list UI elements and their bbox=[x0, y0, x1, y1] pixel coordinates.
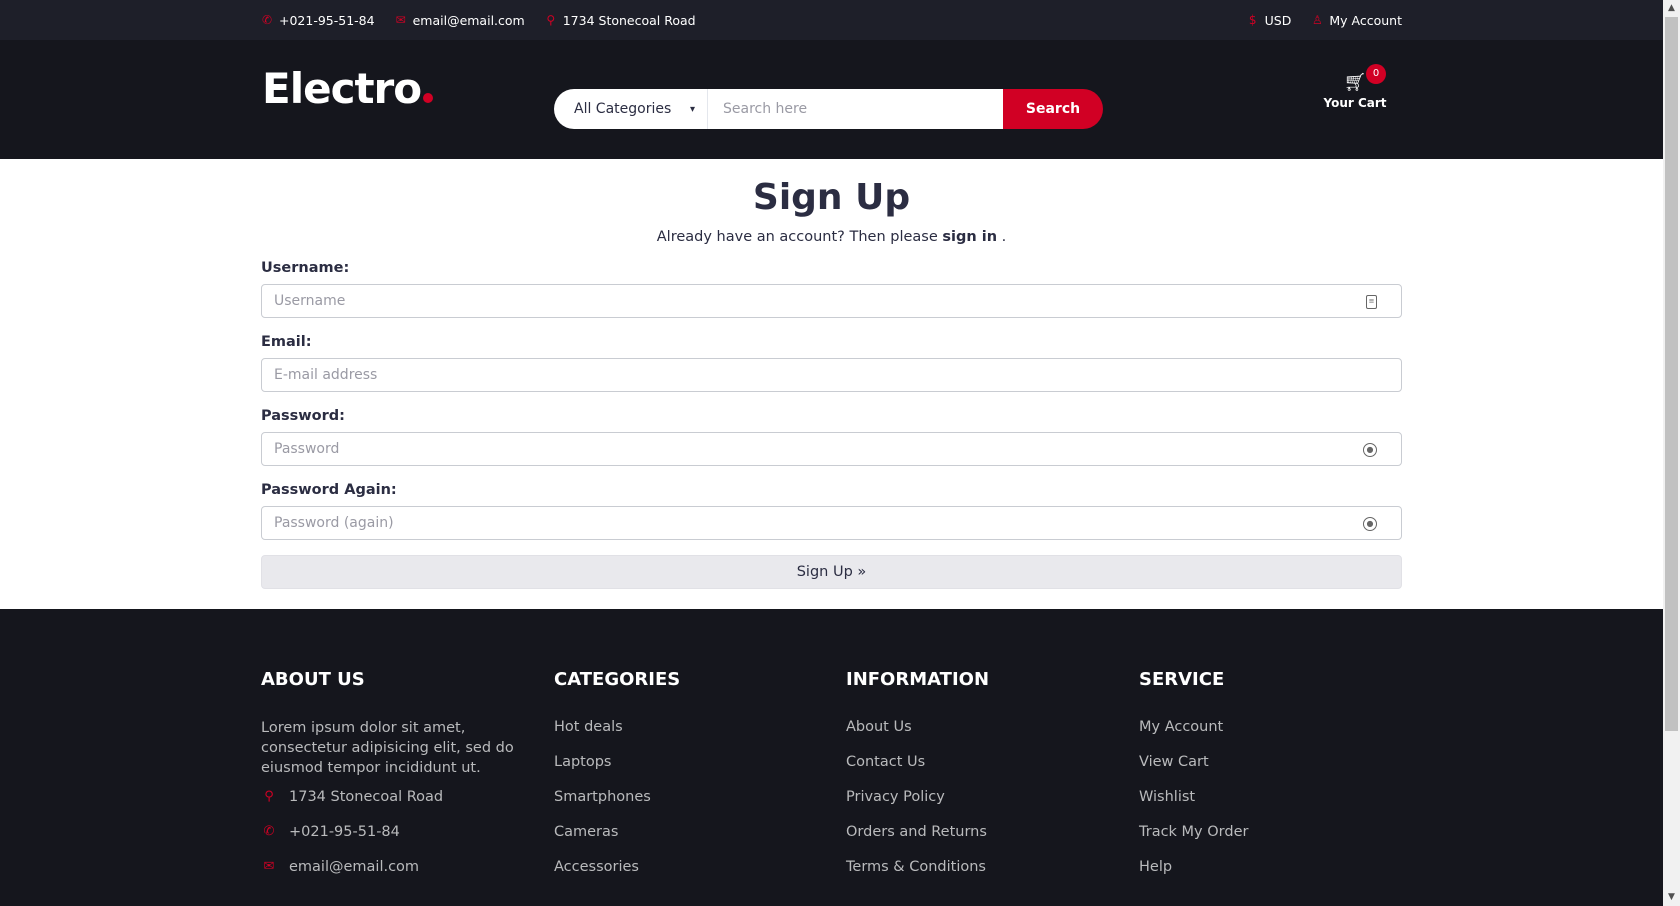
email-input[interactable] bbox=[262, 359, 1401, 391]
footer-phone-item[interactable]: ✆ +021-95-51-84 bbox=[261, 814, 443, 849]
top-bar: ✆ +021-95-51-84 ✉ email@email.com ⚲ 1734… bbox=[0, 0, 1663, 40]
email-field-wrapper bbox=[261, 358, 1402, 392]
topbar-address-link[interactable]: ⚲ 1734 Stonecoal Road bbox=[545, 12, 696, 28]
topbar-address-text: 1734 Stonecoal Road bbox=[562, 12, 696, 28]
user-icon: ♙ bbox=[1311, 13, 1323, 27]
logo[interactable]: Electro bbox=[262, 64, 434, 113]
footer: ABOUT US Lorem ipsum dolor sit amet, con… bbox=[0, 609, 1663, 906]
search-form: All Categories ▾ Search bbox=[554, 89, 1103, 129]
scroll-up-arrow-icon[interactable]: ▲ bbox=[1663, 0, 1680, 17]
email-label: Email: bbox=[261, 334, 312, 350]
footer-service-title: SERVICE bbox=[1139, 669, 1225, 690]
signup-container: Sign Up Already have an account? Then pl… bbox=[261, 159, 1402, 609]
my-account-link[interactable]: ♙ My Account bbox=[1311, 13, 1402, 28]
password-again-field-wrapper: ● bbox=[261, 506, 1402, 540]
signin-prompt-suffix: . bbox=[997, 229, 1007, 245]
vertical-scrollbar[interactable]: ▲ ▼ bbox=[1663, 0, 1680, 906]
username-field-wrapper: ≡ bbox=[261, 284, 1402, 318]
footer-link-my-account[interactable]: My Account bbox=[1139, 709, 1248, 744]
category-select[interactable]: All Categories ▾ bbox=[554, 89, 708, 129]
currency-text: USD bbox=[1264, 12, 1292, 28]
footer-address-text: 1734 Stonecoal Road bbox=[289, 788, 444, 805]
contact-links: ✆ +021-95-51-84 ✉ email@email.com ⚲ 1734… bbox=[261, 13, 696, 28]
footer-link-cameras[interactable]: Cameras bbox=[554, 814, 651, 849]
topbar-email-link[interactable]: ✉ email@email.com bbox=[395, 13, 525, 28]
footer-link-help[interactable]: Help bbox=[1139, 849, 1248, 884]
footer-link-track-order[interactable]: Track My Order bbox=[1139, 814, 1248, 849]
username-label: Username: bbox=[261, 260, 350, 276]
footer-link-accessories[interactable]: Accessories bbox=[554, 849, 651, 884]
category-select-value: All Categories bbox=[574, 101, 672, 117]
footer-information-title: INFORMATION bbox=[846, 669, 990, 690]
currency-link[interactable]: $ USD bbox=[1247, 13, 1292, 28]
chevron-down-icon: ▾ bbox=[689, 103, 695, 115]
cart-label: Your Cart bbox=[1323, 96, 1387, 110]
topbar-email-text: email@email.com bbox=[412, 12, 525, 28]
footer-about-title: ABOUT US bbox=[261, 669, 365, 690]
page: ✆ +021-95-51-84 ✉ email@email.com ⚲ 1734… bbox=[0, 0, 1663, 906]
footer-phone-text: +021-95-51-84 bbox=[289, 823, 400, 840]
footer-link-hot-deals[interactable]: Hot deals bbox=[554, 709, 651, 744]
search-input[interactable] bbox=[708, 89, 1003, 129]
cart-link[interactable]: 🛒︎ Your Cart 0 bbox=[1320, 64, 1390, 110]
footer-link-terms[interactable]: Terms & Conditions bbox=[846, 849, 987, 884]
password-field-wrapper: ● bbox=[261, 432, 1402, 466]
account-links: $ USD ♙ My Account bbox=[1247, 13, 1402, 28]
password-again-input[interactable] bbox=[262, 507, 1401, 539]
logo-dot bbox=[423, 93, 434, 103]
phone-icon: ✆ bbox=[263, 824, 275, 839]
search-button[interactable]: Search bbox=[1003, 89, 1103, 129]
footer-link-orders-returns[interactable]: Orders and Returns bbox=[846, 814, 987, 849]
signin-prompt: Already have an account? Then please sig… bbox=[261, 229, 1402, 245]
phone-icon: ✆ bbox=[261, 13, 273, 27]
footer-about-text: Lorem ipsum dolor sit amet, consectetur … bbox=[261, 720, 514, 776]
footer-categories-column: CATEGORIES Hot deals Laptops Smartphones… bbox=[554, 609, 804, 906]
envelope-icon: ✉ bbox=[263, 859, 275, 874]
footer-address-item[interactable]: ⚲ 1734 Stonecoal Road bbox=[261, 779, 443, 814]
sign-in-link[interactable]: sign in bbox=[942, 229, 997, 245]
footer-link-contact-us[interactable]: Contact Us bbox=[846, 744, 987, 779]
dollar-icon: $ bbox=[1248, 13, 1257, 27]
password-label: Password: bbox=[261, 408, 345, 424]
envelope-icon: ✉ bbox=[395, 13, 406, 27]
footer-service-list: My Account View Cart Wishlist Track My O… bbox=[1139, 709, 1248, 884]
cart-count-badge: 0 bbox=[1366, 64, 1386, 84]
signup-section: Sign Up Already have an account? Then pl… bbox=[0, 159, 1663, 609]
signin-prompt-text: Already have an account? Then please bbox=[656, 229, 943, 245]
footer-categories-title: CATEGORIES bbox=[554, 669, 681, 690]
footer-link-wishlist[interactable]: Wishlist bbox=[1139, 779, 1248, 814]
key-icon[interactable]: ● bbox=[1363, 443, 1377, 457]
id-card-icon[interactable]: ≡ bbox=[1366, 295, 1377, 309]
username-input[interactable] bbox=[262, 285, 1401, 317]
scrollbar-thumb[interactable] bbox=[1665, 17, 1678, 731]
footer-link-privacy-policy[interactable]: Privacy Policy bbox=[846, 779, 987, 814]
key-icon[interactable]: ● bbox=[1363, 517, 1377, 531]
page-title: Sign Up bbox=[752, 177, 911, 218]
footer-email-text: email@email.com bbox=[289, 858, 420, 875]
footer-contact-list: ⚲ 1734 Stonecoal Road ✆ +021-95-51-84 ✉ ema… bbox=[261, 779, 444, 884]
password-again-label: Password Again: bbox=[261, 482, 397, 498]
map-marker-icon: ⚲ bbox=[546, 13, 556, 27]
logo-text: Electro bbox=[262, 64, 422, 113]
footer-link-view-cart[interactable]: View Cart bbox=[1139, 744, 1248, 779]
map-marker-icon: ⚲ bbox=[264, 789, 274, 804]
footer-link-smartphones[interactable]: Smartphones bbox=[554, 779, 651, 814]
footer-service-column: SERVICE My Account View Cart Wishlist Tr… bbox=[1139, 609, 1389, 906]
footer-link-about-us[interactable]: About Us bbox=[846, 709, 987, 744]
footer-email-item[interactable]: ✉ email@email.com bbox=[261, 849, 443, 884]
topbar-phone-link[interactable]: ✆ +021-95-51-84 bbox=[261, 13, 375, 28]
main-header: Electro All Categories ▾ Search 🛒︎ Your … bbox=[0, 40, 1663, 159]
footer-categories-list: Hot deals Laptops Smartphones Cameras Ac… bbox=[554, 709, 651, 884]
topbar-phone-text: +021-95-51-84 bbox=[279, 12, 375, 28]
scroll-down-arrow-icon[interactable]: ▼ bbox=[1663, 889, 1680, 906]
password-input[interactable] bbox=[262, 433, 1401, 465]
sign-up-button[interactable]: Sign Up » bbox=[261, 555, 1402, 589]
footer-link-laptops[interactable]: Laptops bbox=[554, 744, 651, 779]
my-account-text: My Account bbox=[1329, 12, 1402, 28]
footer-information-list: About Us Contact Us Privacy Policy Order… bbox=[846, 709, 987, 884]
footer-about-column: ABOUT US Lorem ipsum dolor sit amet, con… bbox=[261, 609, 531, 906]
footer-information-column: INFORMATION About Us Contact Us Privacy … bbox=[846, 609, 1096, 906]
